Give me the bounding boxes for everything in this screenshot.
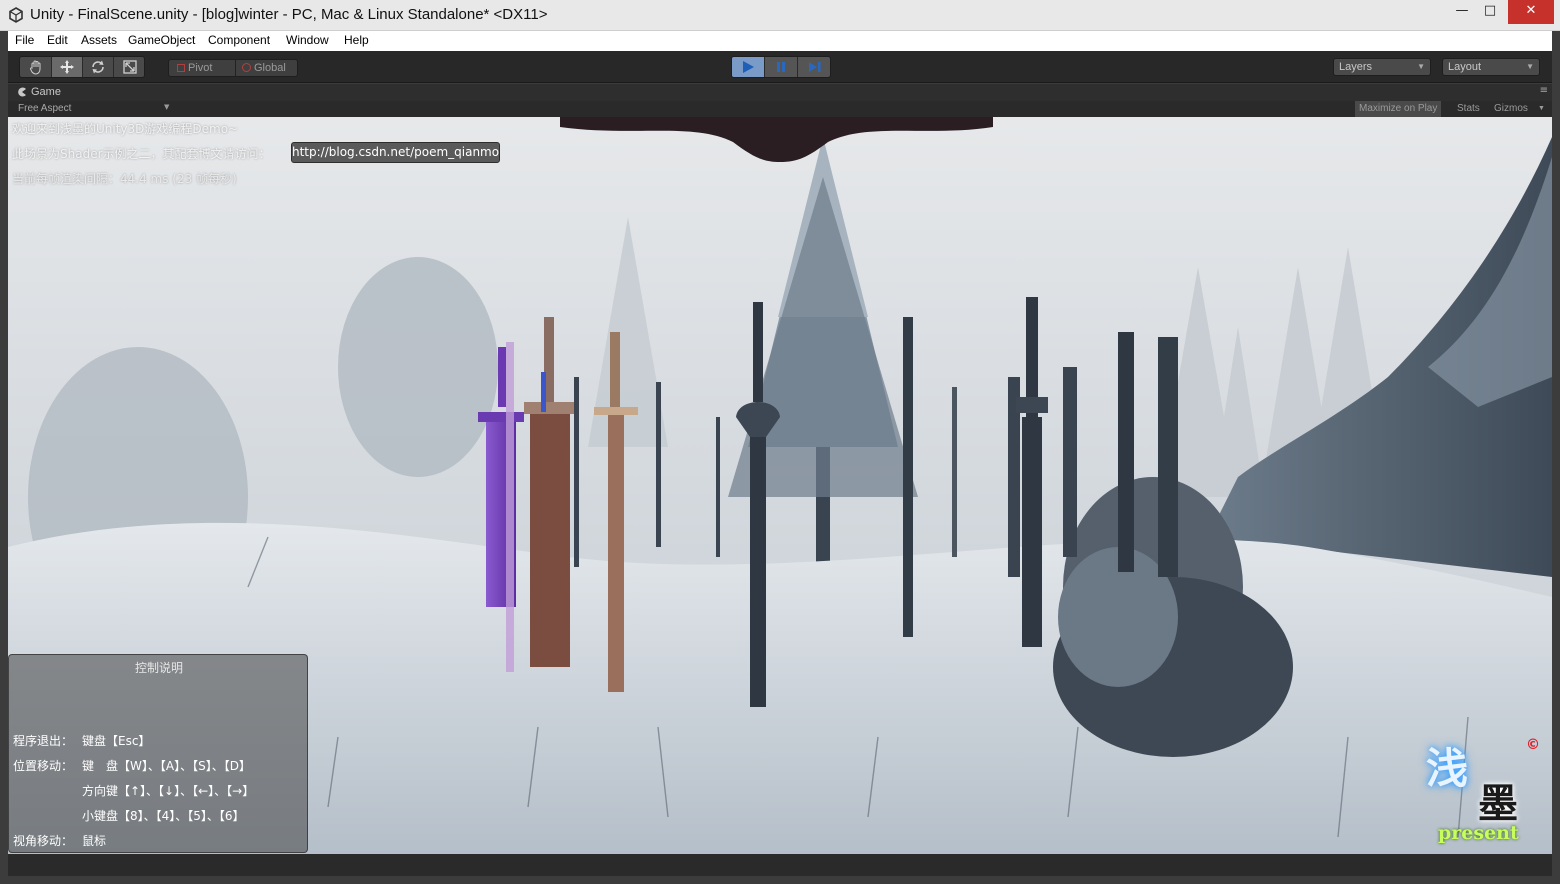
maximize-on-play-toggle[interactable]: Maximize on Play: [1355, 101, 1442, 117]
layout-dropdown[interactable]: Layout ▼: [1442, 58, 1540, 76]
exit-label: 程序退出：: [13, 734, 74, 748]
pivot-label: Pivot: [188, 62, 213, 74]
step-button[interactable]: [798, 57, 830, 77]
pause-button[interactable]: [765, 57, 798, 77]
hand-tool-button[interactable]: [20, 57, 52, 77]
pivot-button[interactable]: Pivot: [177, 60, 233, 76]
move-keyboard: 键 盘【W】、【A】、【S】、【D】: [82, 759, 251, 773]
qianmo-logo: 浅 墨 present ©: [1426, 735, 1546, 850]
move-label: 位置移动：: [13, 759, 74, 773]
menu-gameobject[interactable]: GameObject: [128, 33, 195, 47]
logo-glyph-1: 浅: [1426, 744, 1469, 793]
toolbar: Pivot Global Layers ▼ Layout ▼: [8, 51, 1552, 83]
title-bar: Unity - FinalScene.unity - [blog]winter …: [0, 0, 1560, 31]
scale-tool-button[interactable]: [114, 57, 144, 77]
maximize-button[interactable]: □: [1476, 0, 1504, 24]
pivot-icon: [177, 64, 185, 72]
logo-present: present: [1438, 822, 1519, 844]
menu-help[interactable]: Help: [344, 33, 369, 47]
rotate-tool-button[interactable]: [83, 57, 114, 77]
controls-panel: 控制说明 程序退出： 键盘【Esc】 位置移动： 键 盘【W】、【A】、【S】、…: [8, 654, 308, 853]
global-button[interactable]: Global: [235, 60, 297, 76]
chevron-down-icon: ▼: [1417, 62, 1425, 71]
menu-bar: File Edit Assets GameObject Component Wi…: [8, 31, 1552, 51]
gizmos-dropdown[interactable]: Gizmos: [1494, 101, 1528, 117]
close-button[interactable]: ✕: [1508, 0, 1554, 24]
tab-game[interactable]: Game: [8, 84, 108, 101]
tab-menu-icon[interactable]: ≡: [1540, 85, 1548, 96]
logo-glyph-2: 墨: [1478, 780, 1518, 827]
game-control-bar: Free Aspect ▼ Maximize on Play Stats Giz…: [8, 101, 1552, 117]
frame-time-text: 当前每帧渲染间隔：44.4 ms (23 帧每秒): [12, 172, 237, 186]
chevron-down-icon: ▼: [1526, 62, 1534, 71]
exit-value: 键盘【Esc】: [82, 734, 151, 748]
chevron-down-icon: ▼: [164, 103, 170, 111]
pivot-global-toggle: Pivot Global: [168, 59, 298, 77]
pause-icon: [777, 62, 785, 72]
stats-toggle[interactable]: Stats: [1457, 101, 1480, 117]
unity-logo-icon: [9, 7, 23, 23]
move-icon: [60, 60, 74, 74]
welcome-text: 欢迎来到浅墨的Unity3D游戏编程Demo~: [12, 122, 239, 136]
move-arrows: 方向键【↑】、【↓】、【←】、【→】: [82, 784, 255, 798]
minimize-button[interactable]: —: [1448, 0, 1476, 24]
global-label: Global: [254, 62, 286, 74]
move-numpad: 小键盘【8】、【4】、【5】、【6】: [82, 809, 245, 823]
layout-label: Layout: [1448, 61, 1482, 73]
blog-link-button[interactable]: http://blog.csdn.net/poem_qianmo: [291, 142, 500, 163]
view-value: 鼠标: [82, 834, 107, 848]
global-icon: [242, 63, 251, 72]
move-tool-button[interactable]: [52, 57, 83, 77]
layers-label: Layers: [1339, 61, 1373, 73]
chevron-down-icon: ▼: [1538, 105, 1545, 112]
transform-tools: [19, 56, 145, 78]
game-tab-bar: Game ≡: [8, 84, 1552, 101]
window-title: Unity - FinalScene.unity - [blog]winter …: [30, 6, 548, 23]
menu-edit[interactable]: Edit: [47, 33, 68, 47]
unity-window: Unity - FinalScene.unity - [blog]winter …: [0, 0, 1560, 884]
hand-icon: [29, 60, 40, 75]
menu-window[interactable]: Window: [286, 33, 329, 47]
shader-note-text: 此场景为Shader示例之二，其配套博文请访问：: [12, 147, 271, 161]
layers-dropdown[interactable]: Layers ▼: [1333, 58, 1431, 76]
tab-game-label: Game: [31, 86, 61, 98]
play-icon: [743, 61, 754, 73]
play-button[interactable]: [732, 57, 765, 77]
menu-component[interactable]: Component: [208, 33, 270, 47]
view-label: 视角移动：: [13, 834, 74, 848]
menu-assets[interactable]: Assets: [81, 33, 117, 47]
menu-file[interactable]: File: [15, 33, 34, 47]
status-bar: [8, 854, 1552, 876]
playback-controls: [731, 56, 831, 78]
rotate-icon: [92, 60, 104, 74]
copyright-icon: ©: [1526, 737, 1540, 753]
controls-title: 控制说明: [134, 661, 183, 675]
aspect-dropdown[interactable]: Free Aspect: [18, 103, 71, 114]
game-viewport[interactable]: 欢迎来到浅墨的Unity3D游戏编程Demo~ 此场景为Shader示例之二，其…: [8, 117, 1552, 854]
step-icon: [808, 62, 820, 72]
scale-icon: [122, 60, 137, 74]
pacman-game-icon: [18, 87, 26, 97]
